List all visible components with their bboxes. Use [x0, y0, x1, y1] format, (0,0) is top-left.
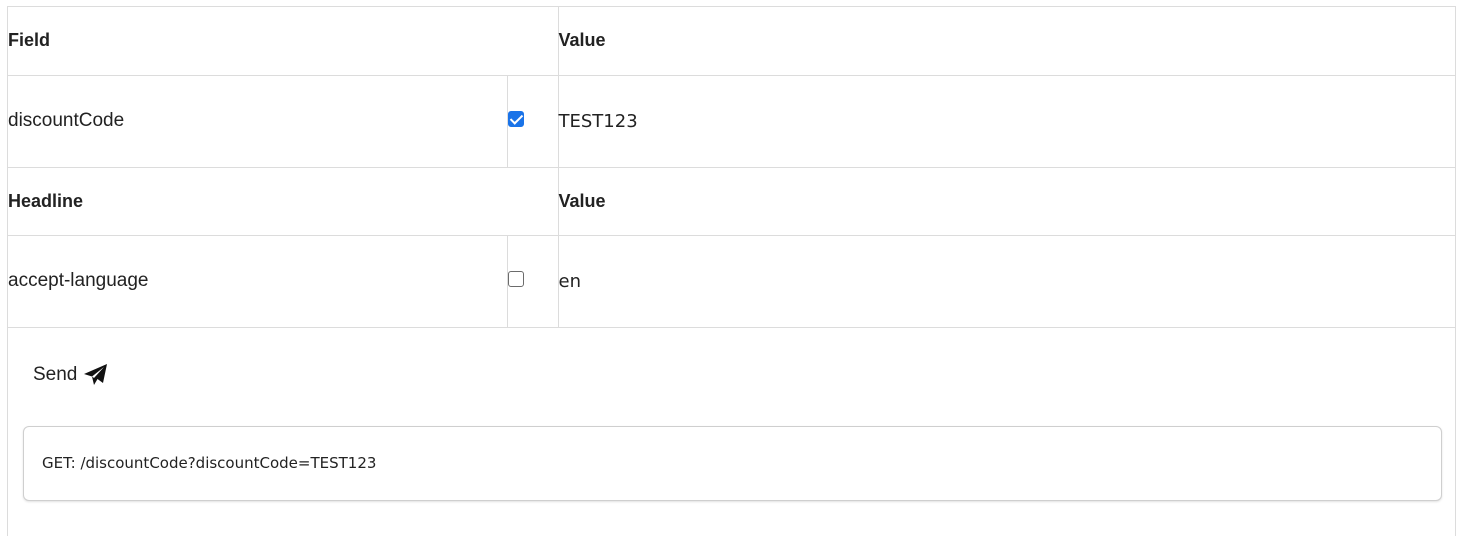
request-panel: Field Value discountCode TEST123 Headlin…: [7, 6, 1456, 536]
send-button[interactable]: Send: [33, 363, 109, 387]
header-param-enabled-checkbox[interactable]: [507, 270, 524, 287]
header-param-name: accept-language: [8, 235, 507, 328]
request-result-box: GET: /discountCode?discountCode=TEST123: [23, 426, 1442, 501]
query-param-name: discountCode: [8, 75, 507, 168]
paper-plane-icon: [83, 363, 109, 387]
query-param-enabled-checkbox[interactable]: [507, 110, 524, 127]
header-param-value[interactable]: en: [557, 235, 1455, 328]
send-button-label: Send: [33, 364, 78, 385]
params-table: Field Value discountCode TEST123 Headlin…: [8, 7, 1455, 328]
query-param-value[interactable]: TEST123: [557, 75, 1455, 168]
header-field-header: Headline: [8, 167, 559, 236]
query-field-header: Field: [8, 7, 559, 76]
query-value-header: Value: [557, 7, 1455, 76]
query-header-row: Field Value: [8, 7, 1455, 76]
request-line-text: GET: /discountCode?discountCode=TEST123: [42, 454, 377, 472]
header-param-row: accept-language en: [8, 235, 1455, 328]
header-header-row: Headline Value: [8, 167, 1455, 236]
query-param-row: discountCode TEST123: [8, 75, 1455, 168]
header-value-header: Value: [557, 167, 1455, 236]
